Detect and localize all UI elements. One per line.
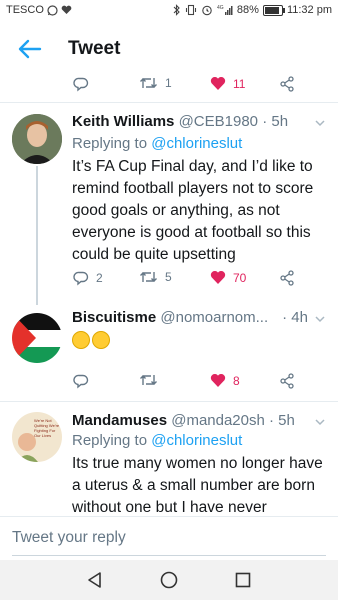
avatar-image <box>12 114 62 164</box>
mention-link[interactable]: @chlorineslut <box>151 432 242 449</box>
share-button[interactable] <box>279 373 295 389</box>
svg-text:4G: 4G <box>217 5 224 11</box>
tweet-time: · 5h <box>262 113 289 130</box>
display-name[interactable]: Mandamuses <box>72 412 167 429</box>
reply-icon <box>73 271 89 286</box>
status-time: 11:32 pm <box>286 4 332 16</box>
reply-input[interactable]: Tweet your reply <box>12 529 126 547</box>
tweet-time: · 4h <box>278 308 308 328</box>
mention-link[interactable]: @chlorineslut <box>151 135 242 152</box>
reply-button[interactable] <box>73 373 89 389</box>
reply-count: 2 <box>96 271 103 285</box>
prev-retweet-count: 1 <box>165 76 172 90</box>
replying-to-line: Replying to @chlorineslut <box>72 431 242 451</box>
chevron-down-icon[interactable] <box>314 117 326 129</box>
user-handle[interactable]: @nomoarnom... <box>160 309 268 326</box>
top-app-bar: Tweet <box>0 22 338 76</box>
heart-filled-icon <box>210 270 226 284</box>
reply-button[interactable]: 2 <box>73 270 103 286</box>
carrier-label: TESCO <box>6 4 44 16</box>
like-button[interactable]: 70 <box>210 270 246 285</box>
like-button[interactable]: 8 <box>210 373 240 388</box>
replying-prefix: Replying to <box>72 432 152 449</box>
thread-line <box>36 166 38 305</box>
display-name[interactable]: Keith Williams <box>72 113 174 130</box>
share-icon <box>280 270 294 286</box>
avatar[interactable] <box>12 313 62 363</box>
bluetooth-icon <box>173 4 180 16</box>
tweet-item[interactable]: Keith Williams @CEB1980 · 5h Replying to… <box>0 103 338 305</box>
chevron-down-icon[interactable] <box>314 313 326 325</box>
retweet-count: 5 <box>165 270 172 284</box>
tweet-text: Its true many women no longer have a ute… <box>72 455 323 516</box>
replying-prefix: Replying to <box>72 135 152 152</box>
prev-reply-button[interactable] <box>73 76 89 92</box>
prev-share-button[interactable] <box>279 76 295 92</box>
tweet-text: It’s FA Cup Final day, and I’d like to r… <box>72 158 314 263</box>
rofl-emoji-icon <box>92 331 110 349</box>
tweet-header: Mandamuses @manda20sh · 5h <box>72 411 308 431</box>
prev-like-button[interactable]: 11 <box>210 76 245 91</box>
battery-fill <box>264 6 279 14</box>
back-triangle-icon[interactable] <box>85 570 105 590</box>
user-handle[interactable]: @manda20sh <box>171 412 265 429</box>
retweet-icon <box>140 272 157 282</box>
tweet-header: Keith Williams @CEB1980 · 5h <box>72 112 308 132</box>
alarm-icon <box>202 5 212 16</box>
tweet-thread[interactable]: 1 11 Keith Williams @CEB1980 · 5h Replyi… <box>0 76 338 516</box>
retweet-button[interactable] <box>139 373 158 387</box>
tweet-header: Biscuitisme @nomoarnom... <box>72 308 308 328</box>
tweet-item[interactable]: We're Not Quitting We're Fighting For Ou… <box>0 402 338 516</box>
page-title: Tweet <box>68 38 121 59</box>
home-circle-icon[interactable] <box>159 570 179 590</box>
share-button[interactable] <box>279 270 295 286</box>
reply-icon <box>73 374 89 389</box>
tweet-item[interactable]: Biscuitisme @nomoarnom... · 4h 8 <box>0 305 338 401</box>
input-underline <box>12 555 326 556</box>
heart-filled-icon <box>210 76 226 90</box>
whatsapp-icon <box>47 4 58 16</box>
retweet-icon <box>140 78 157 88</box>
avatar[interactable]: We're Not Quitting We're Fighting For Ou… <box>12 412 62 462</box>
tweet-text <box>72 331 324 354</box>
recents-square-icon[interactable] <box>233 570 253 590</box>
heart-filled-icon <box>210 373 226 387</box>
vibrate-icon <box>185 4 196 16</box>
prev-retweet-button[interactable]: 1 <box>139 76 172 90</box>
battery-icon <box>262 4 285 16</box>
display-name[interactable]: Biscuitisme <box>72 309 156 326</box>
avatar[interactable] <box>12 114 62 164</box>
user-handle[interactable]: @CEB1980 <box>179 113 258 130</box>
status-left: TESCO <box>6 4 72 16</box>
like-count: 70 <box>233 270 247 285</box>
tweet-time: · 5h <box>269 412 295 429</box>
retweet-icon <box>140 375 157 385</box>
share-icon <box>280 76 294 92</box>
share-icon <box>280 373 294 389</box>
reply-composer[interactable]: Tweet your reply <box>0 516 338 561</box>
rofl-emoji-icon <box>72 331 90 349</box>
status-bar: TESCO 4G 88% 11:32 pm <box>0 0 338 22</box>
system-nav-bar <box>0 560 338 600</box>
like-count: 8 <box>233 373 240 388</box>
status-right: 4G 88% 11:32 pm <box>173 4 332 16</box>
retweet-button[interactable]: 5 <box>139 270 172 284</box>
back-arrow-icon[interactable] <box>18 39 42 59</box>
battery-percent: 88% <box>236 4 259 16</box>
palestine-flag-avatar <box>12 313 62 363</box>
prev-like-count: 11 <box>233 76 246 91</box>
chevron-down-icon[interactable] <box>314 416 326 428</box>
avatar-caption: We're Not Quitting We're Fighting For Ou… <box>34 418 60 438</box>
signal-icon: 4G <box>217 5 233 15</box>
heart-notification-icon <box>61 5 72 15</box>
replying-to-line: Replying to @chlorineslut <box>72 134 242 154</box>
reply-icon <box>73 77 89 92</box>
